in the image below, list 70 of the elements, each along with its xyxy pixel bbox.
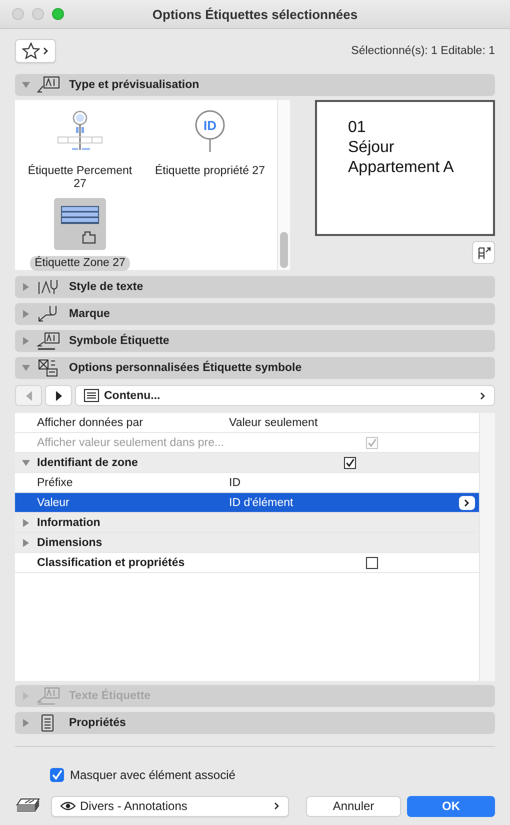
chevron-icon bbox=[480, 392, 486, 400]
list-icon bbox=[84, 389, 99, 402]
preview-text: Appartement A bbox=[348, 158, 455, 178]
table-row[interactable]: Information bbox=[15, 513, 479, 533]
disclosure-triangle-icon[interactable] bbox=[21, 518, 31, 528]
row-value: Valeur seulement bbox=[229, 416, 319, 428]
edit-value-button[interactable] bbox=[459, 496, 475, 510]
table-row[interactable]: Valeur ID d'élément bbox=[15, 493, 479, 513]
chevron-icon bbox=[43, 47, 49, 55]
zoom-button[interactable] bbox=[52, 8, 64, 20]
ok-button[interactable]: OK bbox=[407, 796, 495, 816]
scrollbar-thumb[interactable] bbox=[280, 232, 288, 268]
label-type-item[interactable]: Étiquette Zone 27 bbox=[30, 256, 130, 271]
window-title: Options Étiquettes sélectionnées bbox=[152, 6, 358, 22]
checkbox[interactable] bbox=[366, 556, 378, 568]
row-label: Dimensions bbox=[37, 536, 102, 548]
checkbox[interactable] bbox=[50, 768, 64, 782]
preview-text: Séjour bbox=[348, 138, 396, 158]
section-title: Symbole Étiquette bbox=[69, 335, 170, 347]
layer-dropdown[interactable]: Divers - Annotations bbox=[51, 796, 289, 816]
row-label: Préfixe bbox=[36, 476, 74, 488]
section-header[interactable]: Propriétés bbox=[15, 712, 495, 734]
forward-button[interactable] bbox=[45, 385, 72, 406]
row-label: Afficher données par bbox=[36, 416, 144, 428]
label-type-item[interactable]: Étiquette Percement 27 bbox=[18, 164, 142, 192]
section-header[interactable]: Style de texte bbox=[15, 276, 495, 298]
label-symbol-icon bbox=[35, 332, 61, 350]
preview-text: 01 bbox=[348, 118, 367, 138]
favorites-button[interactable] bbox=[15, 39, 56, 63]
chevron-icon bbox=[274, 802, 280, 810]
disclosure-triangle-icon[interactable] bbox=[21, 458, 31, 468]
section-title: Options personnalisées Étiquette symbole bbox=[69, 362, 302, 374]
label-type-tile[interactable] bbox=[54, 198, 106, 250]
section-header[interactable]: Symbole Étiquette bbox=[15, 330, 495, 352]
section-title: Type et prévisualisation bbox=[69, 79, 200, 91]
table-row[interactable]: Classification et propriétés bbox=[15, 553, 479, 573]
section-header[interactable]: Marque bbox=[15, 303, 495, 325]
eye-icon bbox=[60, 801, 76, 811]
label-text-icon bbox=[35, 687, 61, 705]
forward-icon bbox=[54, 390, 62, 400]
section-title: Marque bbox=[69, 308, 110, 320]
disclosure-triangle-icon[interactable] bbox=[21, 538, 31, 548]
star-icon bbox=[22, 42, 40, 60]
checkbox[interactable] bbox=[344, 456, 356, 468]
row-value: ID bbox=[229, 476, 242, 488]
section-title: Style de texte bbox=[69, 281, 144, 293]
row-label: Classification et propriétés bbox=[36, 556, 186, 568]
section-title: Propriétés bbox=[69, 717, 126, 729]
selection-info: Sélectionné(s): 1 Editable: 1 bbox=[351, 45, 495, 57]
section-header[interactable]: Options personnalisées Étiquette symbole bbox=[15, 357, 495, 379]
label-type-item[interactable]: Étiquette propriété 27 bbox=[150, 164, 270, 179]
back-icon bbox=[24, 390, 32, 400]
checkbox-label[interactable]: Masquer avec élément associé bbox=[70, 768, 236, 782]
row-label: Valeur bbox=[36, 496, 70, 508]
chair-icon bbox=[476, 244, 492, 260]
section-header[interactable]: Type et prévisualisation bbox=[15, 74, 495, 96]
table-row[interactable]: Identifiant de zone bbox=[15, 453, 479, 473]
row-label: Afficher valeur seulement dans pre... bbox=[36, 436, 226, 448]
row-label: Identifiant de zone bbox=[37, 456, 138, 468]
label-icon bbox=[35, 76, 61, 94]
chevron-icon bbox=[464, 498, 470, 506]
preview-options-button[interactable] bbox=[472, 241, 495, 264]
page-dropdown[interactable]: Contenu... bbox=[75, 385, 495, 406]
table-row[interactable]: Dimensions bbox=[15, 533, 479, 553]
table-row[interactable]: Afficher données par Valeur seulement bbox=[15, 413, 479, 433]
row-label: Information bbox=[37, 516, 100, 528]
row-value: ID d'élément bbox=[229, 496, 294, 508]
scrollbar-track[interactable] bbox=[479, 413, 495, 681]
label-type-tile[interactable]: ID bbox=[184, 106, 236, 158]
cancel-button[interactable]: Annuler bbox=[306, 796, 401, 816]
